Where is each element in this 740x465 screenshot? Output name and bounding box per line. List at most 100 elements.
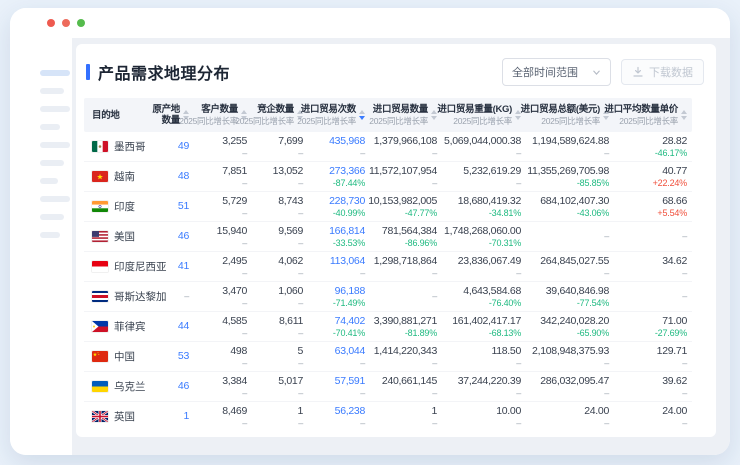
growth-value: -77.54% <box>577 298 609 309</box>
trade-count-link[interactable]: 96,188 <box>335 285 365 298</box>
data-cell: 684,102,407.30-43.06% <box>526 192 614 221</box>
origin-count-cell: 46 <box>156 372 194 401</box>
trade-count-link[interactable]: 113,064 <box>330 255 365 268</box>
origin-count-value[interactable]: 46 <box>178 380 189 393</box>
growth-value: – <box>298 148 303 159</box>
window-zoom-icon[interactable] <box>77 19 85 27</box>
data-cell: 3,390,881,271-81.89% <box>370 312 442 341</box>
window-titlebar <box>10 8 730 38</box>
growth-value: – <box>242 178 247 189</box>
sidebar-item-placeholder[interactable] <box>40 232 60 238</box>
sort-carets-icon[interactable] <box>431 110 437 120</box>
growth-value: – <box>242 148 247 159</box>
cell-value: 342,240,028.20 <box>540 315 609 328</box>
flag-vn-icon <box>92 171 108 182</box>
column-header-label: 进口平均数量单价 <box>604 104 678 115</box>
growth-value: – <box>604 268 609 279</box>
data-cell: 5,017– <box>252 372 308 401</box>
growth-value: -87.44% <box>333 178 365 189</box>
cell-value: 129.71 <box>657 345 687 358</box>
data-cell: 498– <box>194 342 252 371</box>
sidebar-item-placeholder-active[interactable] <box>40 70 70 76</box>
trade-count-link[interactable]: 56,238 <box>335 405 365 418</box>
data-cell: 129.71– <box>614 342 692 371</box>
origin-count-value[interactable]: 41 <box>178 260 189 273</box>
page-background: 产品需求地理分布 全部时间范围 <box>0 0 740 465</box>
app-window: 产品需求地理分布 全部时间范围 <box>10 8 730 455</box>
cell-value: 9,569 <box>278 225 303 238</box>
sidebar-item-placeholder[interactable] <box>40 196 70 202</box>
cell-value: 161,402,417.17 <box>452 315 521 328</box>
growth-value: – <box>360 388 365 399</box>
origin-count-cell: – <box>156 282 194 311</box>
origin-count-value[interactable]: 49 <box>178 140 189 153</box>
sidebar-item-placeholder[interactable] <box>40 124 60 130</box>
window-close-icon[interactable] <box>47 19 55 27</box>
destination-cell: 美国 <box>84 222 156 251</box>
cell-value: 2,495 <box>222 255 247 268</box>
flag-mx-icon <box>92 141 108 152</box>
origin-count-value[interactable]: 1 <box>183 410 189 423</box>
data-cell: 24.00– <box>526 402 614 431</box>
data-cell: 13,052– <box>252 162 308 191</box>
sidebar-item-placeholder[interactable] <box>40 214 64 220</box>
flag-in-icon <box>92 201 108 212</box>
title-accent-bar <box>86 64 90 80</box>
origin-count-value[interactable]: 53 <box>178 350 189 363</box>
sidebar-item-placeholder[interactable] <box>40 160 64 166</box>
growth-value: – <box>516 358 521 369</box>
column-header[interactable]: 进口贸易数量2025同比增长率 <box>370 104 442 126</box>
sidebar-item-placeholder[interactable] <box>40 88 64 94</box>
download-label: 下载数据 <box>649 64 693 80</box>
data-cell: 18,680,419.32-34.81% <box>442 192 526 221</box>
data-cell: 34.62– <box>614 252 692 281</box>
destination-cell: 中国 <box>84 342 156 371</box>
cell-value: 1,379,966,108 <box>374 135 437 148</box>
trade-count-link[interactable]: 74,402 <box>335 315 365 328</box>
column-header[interactable]: 进口贸易次数2025同比增长率 <box>308 104 370 126</box>
trade-count-link[interactable]: 63,044 <box>335 345 365 358</box>
trade-count-link[interactable]: 57,591 <box>335 375 365 388</box>
sort-carets-icon[interactable] <box>681 110 687 120</box>
origin-count-value[interactable]: 44 <box>178 320 189 333</box>
table-row: 越南487,851–13,052–273,366-87.44%11,572,10… <box>84 162 692 192</box>
destination-name: 越南 <box>114 169 135 184</box>
data-cell: 40.77+22.24% <box>614 162 692 191</box>
growth-value: – <box>682 388 687 399</box>
growth-value: – <box>604 418 609 429</box>
window-minimize-icon[interactable] <box>62 19 70 27</box>
growth-value: – <box>298 208 303 219</box>
download-data-button[interactable]: 下载数据 <box>621 59 704 85</box>
sidebar-item-placeholder[interactable] <box>40 142 70 148</box>
growth-value: – <box>242 238 247 249</box>
sidebar-item-placeholder[interactable] <box>40 178 58 184</box>
column-subheader-label: 2025同比增长率 <box>179 116 238 126</box>
growth-value: – <box>516 418 521 429</box>
sidebar-item-placeholder[interactable] <box>40 106 70 112</box>
sort-carets-icon[interactable] <box>359 110 365 120</box>
content-area: 产品需求地理分布 全部时间范围 <box>72 38 730 455</box>
trade-count-link[interactable]: 273,366 <box>329 165 365 178</box>
column-header[interactable]: 进口平均数量单价2025同比增长率 <box>614 104 692 126</box>
column-header[interactable]: 进口贸易总额(美元)2025同比增长率 <box>526 104 614 126</box>
growth-value: – <box>604 148 609 159</box>
flag-id-icon <box>92 261 108 272</box>
origin-count-value[interactable]: 48 <box>178 170 189 183</box>
origin-count-value: – <box>184 291 189 302</box>
trade-count-link[interactable]: 166,814 <box>329 225 365 238</box>
trade-count-link[interactable]: 228,730 <box>329 195 365 208</box>
origin-count-value[interactable]: 51 <box>178 200 189 213</box>
growth-value: -47.77% <box>405 208 437 219</box>
data-cell: 118.50– <box>442 342 526 371</box>
cell-value: 5,729 <box>222 195 247 208</box>
flag-gb-icon <box>92 411 108 422</box>
data-cell: 1,194,589,624.88– <box>526 132 614 161</box>
column-header[interactable]: 进口贸易重量(KG)2025同比增长率 <box>442 104 526 126</box>
destination-name: 美国 <box>114 229 135 244</box>
time-range-select[interactable]: 全部时间范围 <box>502 58 611 86</box>
origin-count-value[interactable]: 46 <box>178 230 189 243</box>
trade-count-link[interactable]: 435,968 <box>329 135 365 148</box>
table-row: 印度尼西亚412,495–4,062–113,064–1,298,718,864… <box>84 252 692 282</box>
cell-value: 5,017 <box>278 375 303 388</box>
sidebar <box>10 38 72 455</box>
